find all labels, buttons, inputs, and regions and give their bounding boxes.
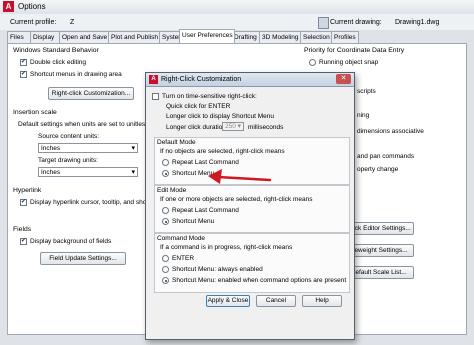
tab-open-and-save[interactable]: Open and Save (59, 31, 109, 43)
hyperlink-title: Hyperlink (13, 187, 42, 194)
quick-click-text: Quick click for ENTER (166, 103, 231, 110)
edit-mode-description: If one or more objects are selected, rig… (160, 196, 313, 203)
autocad-logo-icon: A (3, 1, 14, 12)
apply-close-button[interactable]: Apply & Close (206, 295, 250, 307)
command-mode-title: Command Mode (157, 235, 206, 242)
running-object-snap-radio[interactable] (309, 59, 316, 66)
edit-repeat-radio[interactable] (162, 207, 169, 214)
command-enter-label: ENTER (172, 255, 195, 262)
right-click-customization-dialog: A Right-Click Customization ✕ Turn on ti… (145, 72, 355, 340)
zoom-pan-fragment: and pan commands (357, 153, 415, 160)
command-enter-radio[interactable] (162, 255, 169, 262)
default-mode-description: If no objects are selected, right-click … (160, 148, 285, 155)
command-always-label: Shortcut Menu: always enabled (172, 266, 263, 273)
dimensions-associative-fragment: dimensions associative (357, 128, 424, 135)
double-click-label: Double click editing (30, 59, 87, 66)
dialog-close-icon[interactable]: ✕ (336, 74, 351, 84)
duration-label: Longer click duration: (166, 124, 228, 131)
running-object-snap-label: Running object snap (319, 59, 379, 66)
duration-unit: milliseconds (248, 124, 284, 131)
property-change-fragment: operty change (357, 166, 399, 173)
tab-profiles[interactable]: Profiles (331, 31, 359, 43)
scripts-fragment: scripts (357, 88, 376, 95)
tab-user-preferences[interactable]: User Preferences (179, 29, 235, 43)
display-background-checkbox[interactable] (20, 237, 27, 245)
edit-repeat-label: Repeat Last Command (172, 207, 239, 214)
right-click-customization-button[interactable]: Right-click Customization... (48, 87, 134, 100)
windows-standard-behavior-title: Windows Standard Behavior (13, 47, 99, 54)
command-options-radio[interactable] (162, 277, 169, 284)
insertion-scale-description: Default settings when units are set to u… (18, 121, 149, 128)
red-arrow-annotation-icon (208, 169, 272, 184)
cancel-button[interactable]: Cancel (256, 295, 296, 307)
command-mode-description: If a command is in progress, right-click… (160, 244, 293, 251)
dialog-autocad-logo-icon: A (149, 75, 158, 84)
default-mode-title: Default Mode (157, 139, 196, 146)
tab-drafting[interactable]: Drafting (231, 31, 262, 43)
target-units-select[interactable]: Inches (38, 167, 138, 177)
insertion-scale-title: Insertion scale (13, 109, 57, 116)
source-units-select[interactable]: Inches (38, 143, 138, 153)
field-update-settings-button[interactable]: Field Update Settings... (40, 252, 126, 265)
tab-files[interactable]: Files (7, 31, 31, 43)
edit-shortcut-label: Shortcut Menu (172, 218, 215, 225)
command-mode-group (154, 233, 350, 293)
edit-shortcut-radio[interactable] (162, 218, 169, 225)
priority-coordinate-title: Priority for Coordinate Data Entry (304, 47, 405, 54)
window-title: Options (18, 2, 46, 11)
tab-plot-and-publish[interactable]: Plot and Publish (108, 31, 160, 43)
command-always-radio[interactable] (162, 266, 169, 273)
source-units-label: Source content units: (38, 133, 100, 140)
current-drawing-value: Drawing1.dwg (395, 19, 440, 26)
default-scale-list-button[interactable]: efault Scale List... (348, 266, 414, 279)
lineweight-settings-button[interactable]: eweight Settings... (348, 244, 414, 257)
current-drawing-label: Current drawing: (330, 19, 382, 26)
ning-fragment: ning (357, 112, 370, 119)
command-options-label: Shortcut Menu: enabled when command opti… (172, 277, 347, 284)
tab-3d-modeling[interactable]: 3D Modeling (259, 31, 303, 43)
tab-display[interactable]: Display (30, 31, 60, 43)
duration-input[interactable]: 250 (222, 122, 244, 131)
fields-title: Fields (13, 226, 32, 233)
double-click-checkbox[interactable] (20, 58, 27, 66)
options-titlebar (0, 0, 474, 15)
default-shortcut-radio[interactable] (162, 170, 169, 177)
shortcut-menus-label: Shortcut menus in drawing area (30, 71, 122, 78)
target-units-label: Target drawing units: (38, 157, 98, 164)
hyperlink-cursor-checkbox[interactable] (20, 198, 27, 206)
default-repeat-radio[interactable] (162, 159, 169, 166)
longer-click-text: Longer click to display Shortcut Menu (166, 113, 275, 120)
time-sensitive-checkbox[interactable] (152, 93, 159, 100)
current-profile-label: Current profile: (10, 19, 57, 26)
block-editor-settings-button[interactable]: ock Editor Settings... (348, 222, 414, 235)
dialog-title: Right-Click Customization (161, 76, 242, 83)
help-button[interactable]: Help (302, 295, 342, 307)
hyperlink-cursor-label: Display hyperlink cursor, tooltip, and s… (30, 199, 159, 206)
tab-selection[interactable]: Selection (300, 31, 334, 43)
current-profile-value: Z (70, 19, 75, 26)
time-sensitive-label: Turn on time-sensitive right-click: (162, 93, 257, 100)
shortcut-menus-checkbox[interactable] (20, 70, 27, 78)
display-background-label: Display background of fields (30, 238, 112, 245)
drawing-file-icon (318, 17, 329, 29)
edit-mode-title: Edit Mode (157, 187, 187, 194)
